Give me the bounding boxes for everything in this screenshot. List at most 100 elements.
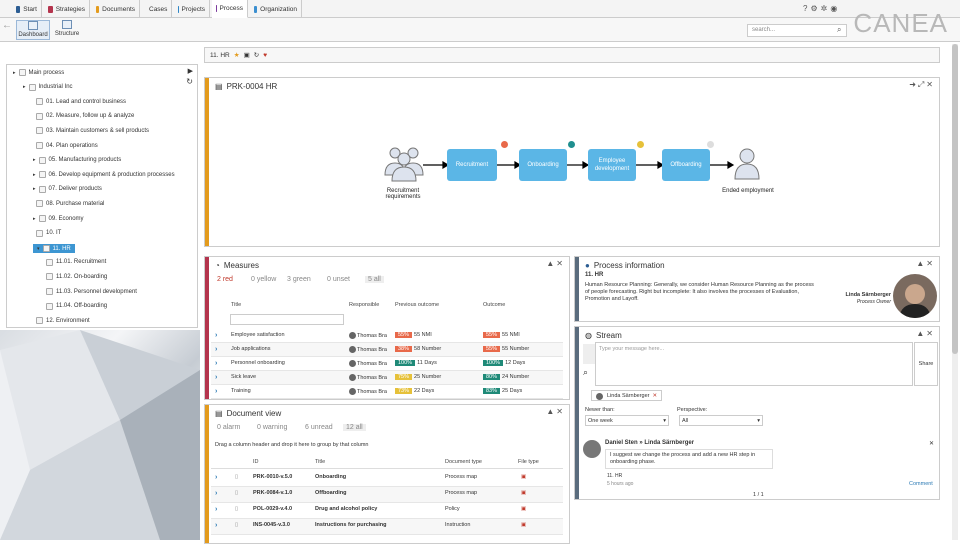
tab-organization[interactable]: Organization: [250, 0, 302, 18]
chevron-right-icon[interactable]: ›: [215, 346, 217, 353]
tree-item[interactable]: ▾ 11. HR: [33, 244, 75, 254]
measure-title[interactable]: Sick leave: [231, 374, 256, 380]
file-type-icon[interactable]: ▣: [521, 506, 526, 512]
file-type-icon[interactable]: ▣: [521, 490, 526, 496]
doc-title[interactable]: Instructions for purchasing: [315, 522, 387, 528]
chevron-right-icon[interactable]: ›: [215, 332, 217, 339]
chevron-right-icon[interactable]: ›: [215, 360, 217, 367]
measure-title[interactable]: Employee satisfaction: [231, 332, 285, 338]
chevron-right-icon[interactable]: ›: [215, 522, 217, 529]
table-row[interactable]: › Employee satisfaction Thomas Bra 55% 55…: [211, 329, 563, 343]
title-filter-input[interactable]: [230, 314, 344, 325]
paperclip-icon[interactable]: ⌕: [583, 367, 595, 383]
measure-title[interactable]: Training: [231, 388, 251, 394]
comment-link[interactable]: Comment: [909, 481, 933, 487]
back-arrow-icon[interactable]: ←: [2, 20, 12, 31]
expand-icon[interactable]: ▸: [13, 70, 16, 76]
tree-item[interactable]: 01. Lead and control business: [33, 98, 126, 106]
tree-item[interactable]: ▸ 05. Manufacturing products: [33, 156, 121, 164]
tree-item[interactable]: 12. Environment: [33, 317, 90, 325]
post-ref[interactable]: 11. HR: [607, 473, 622, 479]
col-id[interactable]: ID: [253, 459, 259, 465]
filter-all[interactable]: 5 all: [365, 276, 384, 283]
panel-controls[interactable]: ▲✕: [546, 407, 565, 416]
filter-unset[interactable]: 0 unset: [327, 276, 350, 283]
expand-icon[interactable]: ▸: [23, 84, 26, 90]
tab-dashboard[interactable]: Dashboard: [16, 20, 50, 40]
filter-unread[interactable]: 6 unread: [305, 424, 333, 431]
step-onboarding[interactable]: Onboarding: [519, 149, 567, 181]
tree-item[interactable]: 11.02. On-boarding: [43, 273, 107, 281]
refresh-icon[interactable]: ↻: [186, 77, 193, 86]
tree-item[interactable]: ▸ Main process: [13, 69, 64, 76]
message-input[interactable]: Type your message here...: [595, 342, 913, 386]
tree-item[interactable]: 04. Plan operations: [33, 142, 98, 149]
filter-warning[interactable]: 0 warning: [257, 424, 287, 431]
tree-item[interactable]: 11.03. Personnel development: [43, 288, 137, 295]
chevron-right-icon[interactable]: ›: [215, 490, 217, 497]
tree-item[interactable]: 03. Maintain customers & sell products: [33, 127, 149, 135]
table-row[interactable]: › ▯ POL-0029-v.4.0 Drug and alcohol poli…: [211, 503, 563, 519]
tree-item[interactable]: 02. Measure, follow up & analyze: [33, 112, 134, 120]
table-row[interactable]: › Personnel onboarding Thomas Bra 100% 11…: [211, 357, 563, 371]
tree-item[interactable]: 11.04. Off-boarding: [43, 302, 107, 310]
step-offboarding[interactable]: Offboarding: [662, 149, 710, 181]
chevron-right-icon[interactable]: ›: [215, 474, 217, 481]
tab-documents[interactable]: Documents: [92, 0, 140, 18]
search-icon[interactable]: ⌕: [837, 25, 841, 35]
filter-alarm[interactable]: 0 alarm: [217, 424, 240, 431]
measure-title[interactable]: Job applications: [231, 346, 270, 352]
panel-controls[interactable]: ▲✕: [916, 259, 935, 268]
table-row[interactable]: › Job applications Thomas Bra 38% 58 Numb…: [211, 343, 563, 357]
tab-process[interactable]: Process: [212, 0, 248, 18]
collapse-arrow-icon[interactable]: ▶: [188, 67, 193, 75]
tree-item[interactable]: ▸ Industrial Inc: [23, 83, 73, 91]
doc-title[interactable]: Offboarding: [315, 490, 346, 496]
doc-title[interactable]: Onboarding: [315, 474, 346, 480]
tree-item[interactable]: 08. Purchase material: [33, 200, 104, 208]
perspective-select[interactable]: All ▾: [679, 415, 763, 426]
expand-icon[interactable]: ▸: [33, 157, 36, 163]
chevron-right-icon[interactable]: ›: [215, 388, 217, 395]
tab-start[interactable]: Start: [12, 0, 42, 18]
tab-cases[interactable]: Cases: [142, 0, 172, 18]
expand-icon[interactable]: ▾: [37, 246, 40, 252]
close-icon[interactable]: ✕: [929, 440, 934, 447]
panel-controls[interactable]: ▲✕: [546, 259, 565, 268]
doc-title[interactable]: Drug and alcohol policy: [315, 506, 377, 512]
measure-title[interactable]: Personnel onboarding: [231, 360, 285, 366]
step-recruitment[interactable]: Recruitment: [447, 149, 497, 181]
panel-controls[interactable]: ▲✕: [916, 329, 935, 338]
col-title[interactable]: Title: [315, 459, 325, 465]
share-button[interactable]: Share: [914, 342, 938, 386]
col-outcome[interactable]: Outcome: [483, 302, 505, 308]
attach-user-icon[interactable]: [583, 344, 595, 364]
doc-id[interactable]: PRK-0010-v.5.0: [253, 474, 292, 480]
tree-item[interactable]: 11.01. Recruitment: [43, 258, 106, 266]
table-row[interactable]: › ▯ PRK-0010-v.5.0 Onboarding Process ma…: [211, 471, 563, 487]
refresh-icon[interactable]: ↻: [254, 51, 259, 59]
favorite-icon[interactable]: ★: [234, 51, 240, 59]
table-row[interactable]: › Sick leave Thomas Bra 75% 25 Number 80%…: [211, 371, 563, 385]
expand-icon[interactable]: ▸: [33, 216, 36, 222]
col-responsible[interactable]: Responsible: [349, 302, 379, 308]
step-employee-development[interactable]: Employee development: [588, 149, 636, 181]
search-input[interactable]: search...: [747, 24, 847, 37]
expand-icon[interactable]: ▸: [33, 186, 36, 192]
doc-id[interactable]: INS-0045-v.3.0: [253, 522, 290, 528]
filter-all[interactable]: 12 all: [343, 424, 366, 431]
table-row[interactable]: › ▯ INS-0045-v.3.0 Instructions for purc…: [211, 519, 563, 535]
tree-item[interactable]: 10. IT: [33, 229, 61, 237]
chevron-right-icon[interactable]: ›: [215, 374, 217, 381]
col-file-type[interactable]: File type: [518, 459, 539, 465]
save-icon[interactable]: ▣: [244, 51, 250, 59]
expand-icon[interactable]: ▸: [33, 172, 36, 178]
newer-than-select[interactable]: One week ▾: [585, 415, 669, 426]
tag-chip[interactable]: Linda Särnberger ✕: [591, 390, 663, 401]
file-type-icon[interactable]: ▣: [521, 474, 526, 480]
file-type-icon[interactable]: ▣: [521, 522, 526, 528]
filter-red[interactable]: 2 red: [217, 276, 233, 283]
tree-item[interactable]: ▸ 07. Deliver products: [33, 185, 102, 193]
tree-item[interactable]: ▸ 09. Economy: [33, 215, 84, 222]
filter-green[interactable]: 3 green: [287, 276, 311, 283]
